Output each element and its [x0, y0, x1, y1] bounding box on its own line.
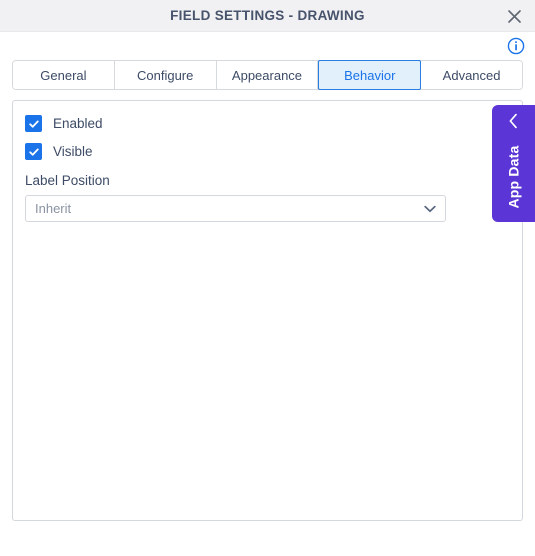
- chevron-down-icon: [424, 203, 436, 215]
- behavior-settings-panel: Enabled Visible Label Position Inherit: [12, 100, 523, 521]
- dialog-title-bar: FIELD SETTINGS - DRAWING: [0, 0, 535, 32]
- label-position-select[interactable]: Inherit: [25, 195, 446, 222]
- tab-appearance[interactable]: Appearance: [216, 61, 319, 89]
- tab-general[interactable]: General: [13, 61, 115, 89]
- enabled-checkbox[interactable]: [25, 115, 42, 132]
- app-data-label: App Data: [505, 144, 522, 209]
- tab-behavior[interactable]: Behavior: [318, 60, 422, 90]
- label-position-value: Inherit: [35, 201, 72, 216]
- tab-advanced-label: Advanced: [442, 67, 501, 83]
- visible-checkbox[interactable]: [25, 143, 42, 160]
- app-data-panel-toggle[interactable]: App Data: [492, 105, 535, 222]
- enabled-field-row: Enabled: [25, 115, 103, 132]
- tab-appearance-label: Appearance: [231, 67, 303, 83]
- close-button[interactable]: [501, 4, 527, 28]
- enabled-label: Enabled: [53, 116, 103, 131]
- tab-advanced[interactable]: Advanced: [421, 61, 522, 89]
- info-circle-icon[interactable]: [507, 37, 525, 55]
- settings-tab-bar: General Configure Appearance Behavior Ad…: [12, 60, 523, 90]
- tab-general-label: General: [40, 67, 87, 83]
- chevron-left-icon: [492, 111, 535, 131]
- label-position-select-wrapper: Inherit: [25, 195, 446, 222]
- close-icon: [507, 9, 521, 23]
- tab-configure[interactable]: Configure: [114, 61, 217, 89]
- visible-field-row: Visible: [25, 143, 93, 160]
- visible-label: Visible: [53, 144, 93, 159]
- tab-behavior-label: Behavior: [344, 67, 396, 83]
- dialog-title: FIELD SETTINGS - DRAWING: [170, 8, 365, 23]
- label-position-label: Label Position: [25, 173, 110, 188]
- info-row: [0, 32, 535, 56]
- tab-configure-label: Configure: [137, 67, 194, 83]
- app-data-label-wrapper: App Data: [492, 131, 535, 222]
